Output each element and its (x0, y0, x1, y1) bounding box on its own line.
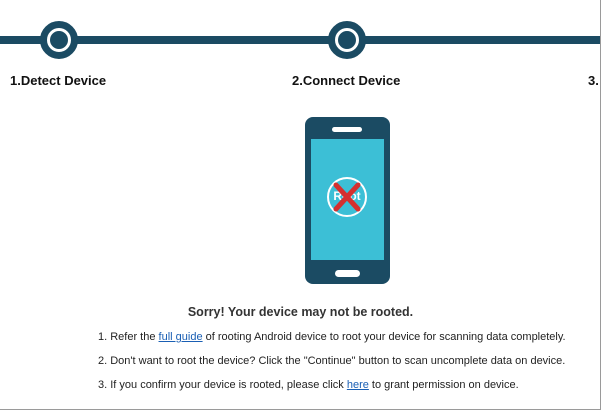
instruction-1-suffix: of rooting Android device to root your d… (202, 331, 566, 343)
instruction-line-3: 3. If you confirm your device is rooted,… (98, 379, 598, 403)
here-link[interactable]: here (347, 379, 369, 391)
phone-screen: Root (311, 139, 384, 260)
step-label-detect: 1.Detect Device (10, 73, 107, 88)
instruction-2-text: 2. Don't want to root the device? Click … (98, 355, 566, 367)
instruction-line-2: 2. Don't want to root the device? Click … (98, 355, 598, 379)
step-label-connect: 2.Connect Device (292, 73, 401, 88)
phone-speaker (332, 127, 362, 132)
step-label-next: 3. (588, 73, 599, 88)
instruction-1-prefix: 1. Refer the (98, 331, 159, 343)
instruction-3-suffix: to grant permission on device. (368, 379, 519, 391)
red-x-icon (333, 182, 361, 212)
instruction-3-prefix: 3. If you confirm your device is rooted,… (98, 379, 347, 391)
root-badge: Root (327, 177, 367, 217)
full-guide-link[interactable]: full guide (159, 331, 203, 343)
instruction-line-1: 1. Refer the full guide of rooting Andro… (98, 331, 598, 355)
progress-line (0, 36, 600, 44)
step-node-connect (328, 21, 366, 59)
phone-illustration: Root (305, 117, 390, 284)
error-message: Sorry! Your device may not be rooted. (187, 305, 414, 319)
step-node-detect (40, 21, 78, 59)
phone-home-button (335, 270, 360, 277)
instructions-list: 1. Refer the full guide of rooting Andro… (98, 331, 598, 403)
